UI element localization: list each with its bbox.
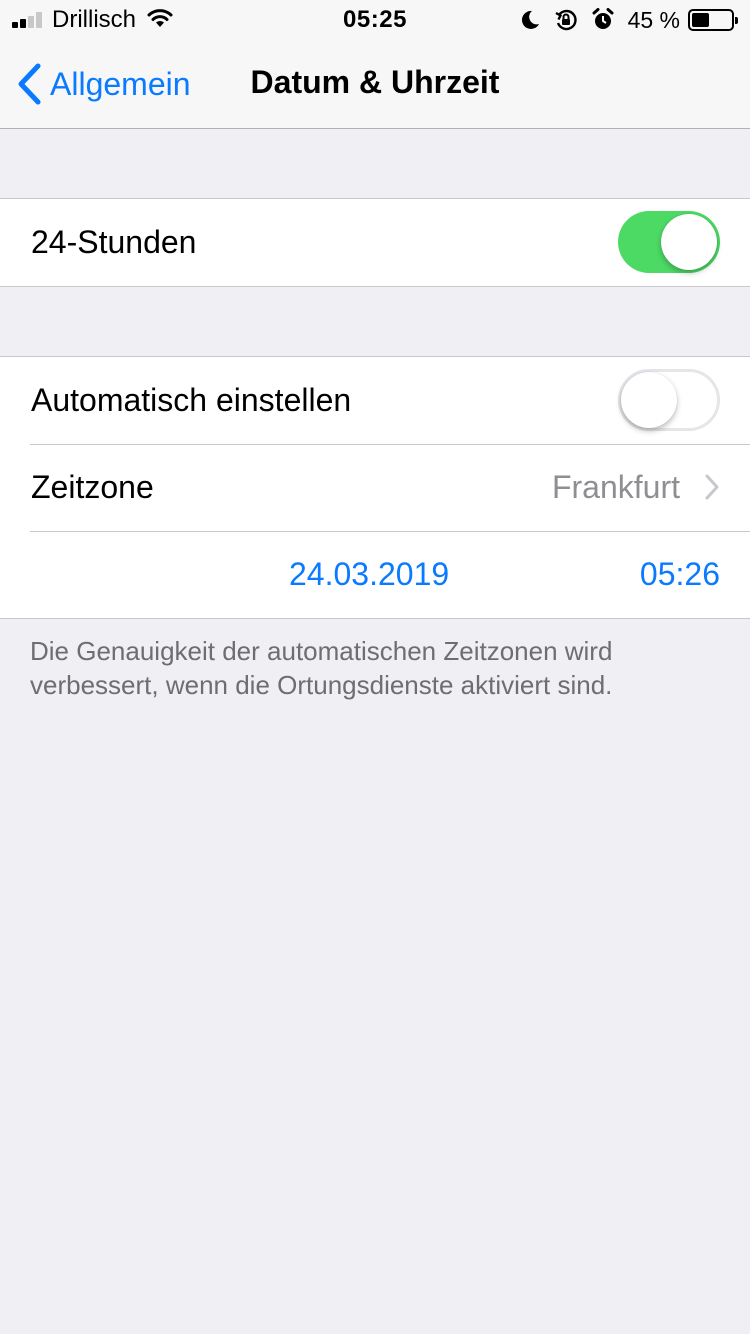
- settings-row-auto-set-label: Automatisch einstellen: [31, 382, 352, 418]
- settings-row-timezone[interactable]: Zeitzone Frankfurt: [0, 444, 750, 531]
- status-right: 45 %: [506, 6, 738, 34]
- chevron-right-icon: [705, 474, 719, 500]
- settings-group-datetime: Automatisch einstellen Zeitzone Frankfur…: [0, 356, 750, 619]
- orientation-lock-icon: [554, 8, 578, 32]
- battery-icon: [688, 9, 738, 31]
- settings-group-24h: 24-Stunden: [0, 198, 750, 287]
- navigation-bar: Allgemein Datum & Uhrzeit: [0, 40, 750, 129]
- settings-row-date-time: 24.03.2019 05:26: [0, 531, 750, 618]
- toggle-auto-set[interactable]: [618, 369, 720, 431]
- toggle-24h[interactable]: [618, 211, 720, 273]
- status-bar: Drillisch 05:25 45 %: [0, 0, 750, 40]
- footer-note: Die Genauigkeit der automatischen Zeitzo…: [30, 636, 613, 700]
- battery-percent: 45 %: [627, 6, 680, 33]
- alarm-icon: [592, 8, 614, 32]
- settings-row-24h: 24-Stunden: [0, 199, 750, 286]
- moon-icon: [520, 9, 540, 31]
- page-title: Datum & Uhrzeit: [250, 64, 500, 100]
- settings-row-auto-set: Automatisch einstellen: [0, 357, 750, 444]
- settings-row-timezone-label: Zeitzone: [31, 469, 154, 505]
- timezone-value: Frankfurt: [551, 469, 680, 505]
- date-value[interactable]: 24.03.2019: [289, 531, 449, 618]
- settings-row-24h-label: 24-Stunden: [31, 224, 197, 260]
- time-value[interactable]: 05:26: [640, 531, 720, 618]
